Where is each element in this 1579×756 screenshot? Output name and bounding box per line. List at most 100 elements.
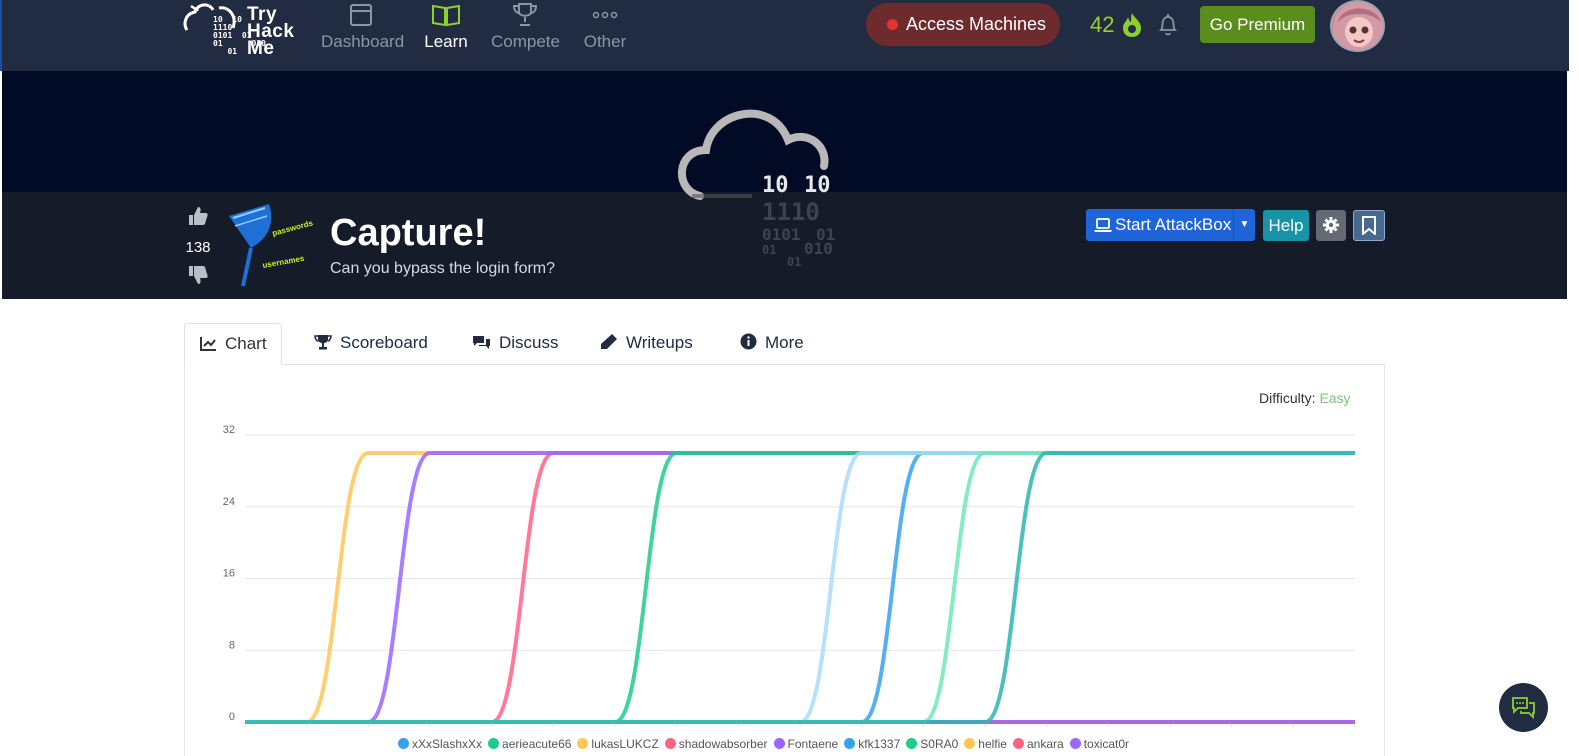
tab-writeups-label: Writeups xyxy=(626,333,693,352)
legend-swatch xyxy=(964,738,976,749)
legend-item[interactable]: toxicat0r xyxy=(1069,737,1130,751)
room-icon: passwords usernames xyxy=(229,204,314,287)
legend-item[interactable]: ankara xyxy=(1012,737,1064,751)
flame-icon xyxy=(1123,13,1141,37)
legend-item[interactable]: S0RA0 xyxy=(906,737,958,751)
difficulty-value: Easy xyxy=(1319,390,1351,406)
legend-label: ankara xyxy=(1026,737,1064,751)
tab-discuss[interactable]: Discuss xyxy=(472,323,559,365)
laptop-icon xyxy=(1094,218,1112,232)
start-attackbox-button[interactable]: Start AttackBox ▼ xyxy=(1086,209,1255,241)
nav-other-label: Other xyxy=(583,32,627,51)
logo-wordmark: Try Hack Me xyxy=(247,4,295,59)
room-icon-word-1: passwords xyxy=(271,218,314,238)
chart-line-icon xyxy=(200,337,216,351)
bookmark-button[interactable] xyxy=(1353,210,1385,241)
legend-swatch xyxy=(906,738,918,749)
cloud-bits-2: 10 xyxy=(804,173,831,198)
help-button[interactable]: Help xyxy=(1263,210,1309,241)
cloud-logo-icon: 10 10 1110 0101 01 01 01 010 xyxy=(678,109,835,269)
legend-item[interactable]: lukasLUKCZ xyxy=(577,737,659,751)
legend-swatch xyxy=(488,738,500,749)
tab-more[interactable]: More xyxy=(740,323,804,365)
legend-swatch xyxy=(1069,738,1081,749)
pen-icon xyxy=(601,334,617,349)
legend-item[interactable]: kfk1337 xyxy=(844,737,900,751)
vote-count: 138 xyxy=(185,239,211,256)
streak-count: 42 xyxy=(1090,12,1115,37)
legend-swatch xyxy=(773,738,785,749)
tab-scoreboard-label: Scoreboard xyxy=(340,333,428,352)
page-title: Capture! xyxy=(330,212,487,254)
tab-scoreboard[interactable]: Scoreboard xyxy=(314,323,428,365)
legend-label: xXxSlashxXx xyxy=(412,737,483,751)
y-tick-label: 8 xyxy=(229,639,235,651)
y-tick-label: 0 xyxy=(229,711,235,723)
info-icon xyxy=(740,333,757,350)
tab-chart-label: Chart xyxy=(225,334,267,353)
series-line-4 xyxy=(245,450,1355,724)
nav-compete[interactable]: Compete xyxy=(491,0,560,60)
avatar[interactable] xyxy=(1330,0,1385,52)
status-dot-icon xyxy=(887,19,898,30)
page-subtitle: Can you bypass the login form? xyxy=(330,260,556,277)
tryhackme-logo[interactable]: 10 10 1110 0101 01 01 010 01 Try Hack Me xyxy=(183,2,303,62)
difficulty-label: Difficulty: xyxy=(1259,390,1316,406)
legend-swatch xyxy=(398,738,409,749)
legend-item[interactable]: xXxSlashxXx xyxy=(398,737,482,751)
legend-swatch xyxy=(1012,738,1024,749)
window-icon xyxy=(350,4,372,26)
access-machines-label: Access Machines xyxy=(906,14,1047,34)
tab-chart[interactable]: Chart xyxy=(184,323,282,365)
vote-widget: 138 xyxy=(183,205,213,290)
cloud-bits-6: 01 xyxy=(762,243,776,257)
score-chart: 0 8 16 24 32 xyxy=(223,424,1356,727)
legend-item[interactable]: aerieacute66 xyxy=(488,737,571,751)
legend-item[interactable]: shadowabsorber xyxy=(664,737,768,751)
cloud-bits-1: 10 xyxy=(762,173,789,198)
bookmark-icon xyxy=(1362,216,1376,235)
settings-button[interactable] xyxy=(1316,210,1346,241)
legend-swatch xyxy=(664,738,676,749)
book-icon xyxy=(432,4,460,27)
cloud-bits-8: 010 xyxy=(804,239,833,258)
legend-label: Fontaene xyxy=(787,737,839,751)
legend-label: aerieacute66 xyxy=(502,737,572,751)
bell-icon[interactable] xyxy=(1157,13,1179,37)
cloud-bits-7: 01 xyxy=(787,255,801,269)
nav-dashboard-label: Dashboard xyxy=(321,32,405,51)
nav-dashboard[interactable]: Dashboard xyxy=(321,0,405,60)
thumbs-up-icon[interactable] xyxy=(187,205,209,227)
room-icon-word-2: usernames xyxy=(262,254,306,270)
legend-swatch xyxy=(577,738,589,749)
chart-legend: xXxSlashxXx aerieacute66 lukasLUKCZ shadowa… xyxy=(398,737,1135,751)
legend-label: lukasLUKCZ xyxy=(591,737,659,751)
legend-label: S0RA0 xyxy=(920,737,959,751)
nav-compete-label: Compete xyxy=(491,32,560,51)
go-premium-button[interactable]: Go Premium xyxy=(1200,6,1315,43)
legend-item[interactable]: Fontaene xyxy=(773,737,839,751)
nav-learn-label: Learn xyxy=(424,32,468,51)
trophy-icon xyxy=(512,3,538,26)
y-tick-label: 24 xyxy=(223,496,235,508)
legend-label: toxicat0r xyxy=(1083,737,1130,751)
thumbs-down-icon[interactable] xyxy=(187,264,209,286)
legend-label: kfk1337 xyxy=(858,737,901,751)
difficulty: Difficulty: Easy xyxy=(1259,390,1351,406)
access-machines-button[interactable]: Access Machines xyxy=(866,3,1060,46)
gear-icon xyxy=(1323,217,1339,233)
start-attackbox-label: Start AttackBox xyxy=(1115,215,1232,234)
nav-learn[interactable]: Learn xyxy=(424,0,468,60)
legend-swatch xyxy=(844,738,856,749)
nav-other[interactable]: Other xyxy=(583,0,627,60)
tab-more-label: More xyxy=(765,333,804,352)
legend-item[interactable]: helfie xyxy=(964,737,1007,751)
legend-label: helfie xyxy=(978,737,1007,751)
chevron-down-icon[interactable]: ▼ xyxy=(1233,209,1255,241)
chat-button[interactable] xyxy=(1499,683,1548,732)
y-tick-label: 16 xyxy=(223,568,235,580)
dots-icon xyxy=(592,11,618,19)
tab-discuss-label: Discuss xyxy=(499,333,559,352)
trophy-icon xyxy=(314,335,332,350)
tab-writeups[interactable]: Writeups xyxy=(600,323,693,365)
